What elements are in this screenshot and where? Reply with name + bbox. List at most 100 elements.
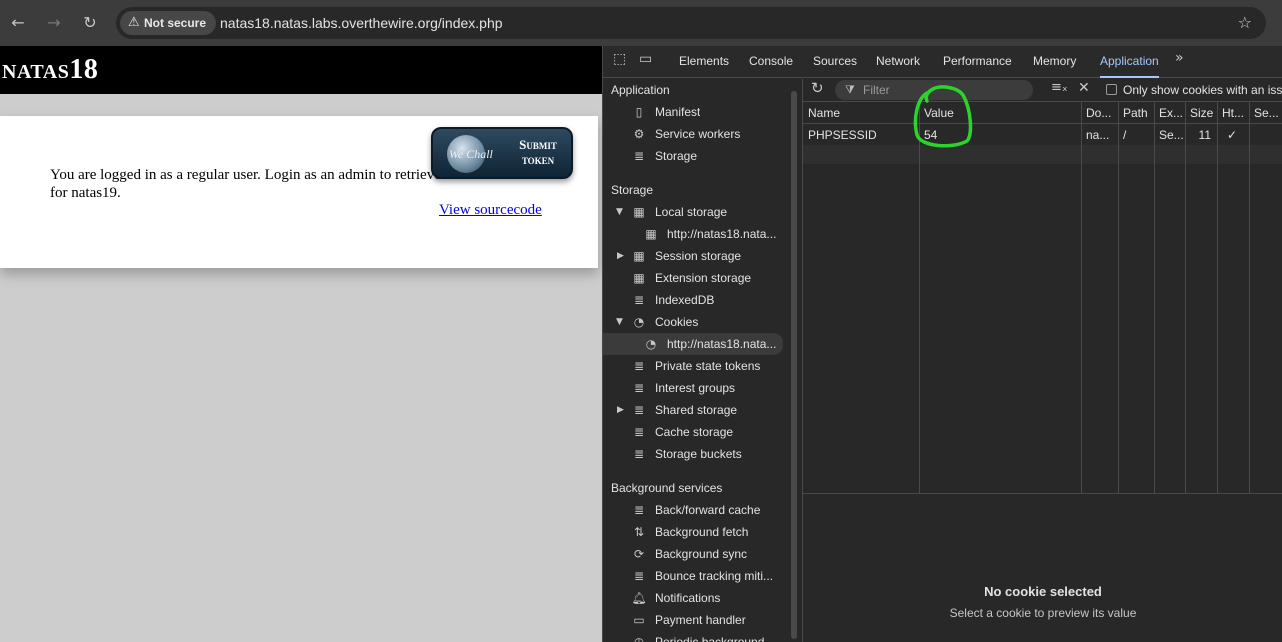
sidebar-item-label: Cookies	[655, 315, 699, 329]
sidebar-item-private-state-tokens[interactable]: ≣ Private state tokens	[603, 355, 793, 377]
filter-icon: ⧩	[845, 83, 855, 96]
sidebar-item-storage-overview[interactable]: ≣ Storage	[603, 145, 793, 167]
database-icon: ≣	[633, 447, 645, 461]
sidebar-item-label: Background fetch	[655, 525, 749, 539]
sidebar-item-label: Service workers	[655, 127, 741, 141]
devtools-tab-bar: ⬚ ▭ Elements Console Sources Network Per…	[603, 46, 1282, 78]
url-text[interactable]: natas18.natas.labs.overthewire.org/index…	[220, 7, 503, 39]
no-cookie-title: No cookie selected	[984, 584, 1102, 599]
inspect-element-icon[interactable]: ⬚	[613, 51, 626, 67]
database-icon: ≣	[633, 149, 645, 163]
cookie-name-cell[interactable]: PHPSESSID	[803, 125, 919, 145]
submit-token-button[interactable]: We Chall Submit token	[431, 127, 573, 179]
sidebar-item-cookies-origin[interactable]: ◔ http://natas18.nata...	[603, 333, 783, 355]
column-header-path[interactable]: Path	[1118, 102, 1154, 124]
page-header: natas18	[0, 46, 602, 94]
address-bar[interactable]: ⚠ Not secure natas18.natas.labs.overthew…	[116, 7, 1266, 39]
cookie-path-cell[interactable]: /	[1118, 125, 1154, 145]
sidebar-item-label: Notifications	[655, 591, 721, 605]
more-tabs-icon[interactable]: »	[1175, 50, 1184, 66]
wechall-label: We Chall	[449, 147, 493, 161]
database-icon: ≣	[633, 569, 645, 583]
sidebar-item-service-workers[interactable]: ⚙ Service workers	[603, 123, 793, 145]
sidebar-item-extension-storage[interactable]: ▦ Extension storage	[603, 267, 793, 289]
sidebar-item-label: Bounce tracking miti...	[655, 569, 774, 583]
sidebar-item-session-storage[interactable]: ▶ ▦ Session storage	[603, 245, 793, 267]
reload-icon[interactable]: ↻	[78, 11, 102, 35]
only-show-issues-checkbox[interactable]	[1106, 84, 1117, 95]
sidebar-item-label: Extension storage	[655, 271, 752, 285]
sidebar-item-cache-storage[interactable]: ≣ Cache storage	[603, 421, 793, 443]
cookie-expires-cell[interactable]: Se...	[1154, 125, 1185, 145]
tab-performance[interactable]: Performance	[943, 46, 1012, 76]
column-header-httponly[interactable]: Ht...	[1217, 102, 1249, 124]
column-header-name[interactable]: Name	[803, 102, 919, 124]
sidebar-item-label: Back/forward cache	[655, 503, 761, 517]
chevron-right-icon[interactable]: ▶	[617, 399, 627, 421]
chevron-down-icon[interactable]: ▼	[616, 311, 626, 333]
database-icon: ≣	[633, 381, 645, 395]
tab-memory[interactable]: Memory	[1033, 46, 1076, 76]
cookies-toolbar: ↻ ⧩ Filter ≡ₓ ✕ Only show cookies with a…	[803, 79, 1282, 101]
sidebar-item-label: IndexedDB	[655, 293, 715, 307]
close-icon[interactable]: ✕	[1078, 80, 1090, 96]
column-header-domain[interactable]: Do...	[1081, 102, 1118, 124]
tab-console[interactable]: Console	[749, 46, 793, 76]
database-icon: ≣	[633, 359, 645, 373]
security-chip[interactable]: ⚠ Not secure	[120, 11, 216, 35]
refresh-icon[interactable]: ↻	[811, 79, 824, 97]
filter-placeholder: Filter	[863, 83, 890, 97]
page-title: natas18	[2, 54, 99, 85]
sidebar-scrollbar[interactable]	[791, 91, 797, 639]
sidebar-item-local-storage-origin[interactable]: ▦ http://natas18.nata...	[603, 223, 793, 245]
cookie-secure-cell[interactable]	[1249, 125, 1282, 145]
clear-filtered-icon[interactable]: ≡ₓ	[1051, 80, 1068, 95]
sidebar-item-periodic-background[interactable]: ◷ Periodic background...	[603, 631, 793, 642]
bookmark-star-icon[interactable]: ☆	[1238, 7, 1252, 39]
sidebar-item-manifest[interactable]: ▯ Manifest	[603, 101, 793, 123]
fetch-arrows-icon: ⇅	[633, 525, 645, 539]
tab-network[interactable]: Network	[876, 46, 920, 76]
sidebar-item-label: Interest groups	[655, 381, 736, 395]
column-header-secure[interactable]: Se...	[1249, 102, 1282, 124]
chevron-right-icon[interactable]: ▶	[617, 245, 627, 267]
column-header-size[interactable]: Size	[1185, 102, 1217, 124]
chevron-down-icon[interactable]: ▼	[616, 201, 626, 223]
sidebar-item-shared-storage[interactable]: ▶ ≣ Shared storage	[603, 399, 793, 421]
database-icon: ≣	[633, 503, 645, 517]
device-toolbar-icon[interactable]: ▭	[639, 51, 652, 67]
cookie-icon: ◔	[633, 315, 645, 329]
view-source-link[interactable]: View sourcecode	[439, 202, 542, 219]
sidebar-item-local-storage[interactable]: ▼ ▦ Local storage	[603, 201, 793, 223]
security-label: Not secure	[144, 16, 207, 30]
application-sidebar: Application ▯ Manifest ⚙ Service workers…	[603, 79, 803, 642]
sidebar-item-label: Periodic background...	[655, 635, 775, 642]
sidebar-item-bounce-tracking[interactable]: ≣ Bounce tracking miti...	[603, 565, 793, 587]
sidebar-item-label: Cache storage	[655, 425, 734, 439]
table-icon: ▦	[645, 227, 657, 241]
tab-elements[interactable]: Elements	[679, 46, 729, 76]
sidebar-item-label: Private state tokens	[655, 359, 761, 373]
cookie-httponly-cell[interactable]: ✓	[1217, 125, 1249, 145]
column-header-expires[interactable]: Ex...	[1154, 102, 1185, 124]
sidebar-item-background-fetch[interactable]: ⇅ Background fetch	[603, 521, 793, 543]
tab-application[interactable]: Application	[1100, 46, 1159, 78]
sidebar-item-back-forward-cache[interactable]: ≣ Back/forward cache	[603, 499, 793, 521]
sidebar-item-payment-handler[interactable]: ▭ Payment handler	[603, 609, 793, 631]
tab-sources[interactable]: Sources	[813, 46, 857, 76]
cookie-icon: ◔	[645, 337, 657, 351]
forward-icon[interactable]: →	[42, 11, 66, 35]
cookie-size-cell[interactable]: 11	[1185, 125, 1217, 145]
cookie-preview: No cookie selected Select a cookie to pr…	[803, 494, 1282, 642]
sidebar-item-interest-groups[interactable]: ≣ Interest groups	[603, 377, 793, 399]
sidebar-item-background-sync[interactable]: ⟳ Background sync	[603, 543, 793, 565]
no-cookie-subtitle: Select a cookie to preview its value	[949, 606, 1137, 620]
back-icon[interactable]: ←	[6, 11, 30, 35]
cookie-domain-cell[interactable]: na...	[1081, 125, 1118, 145]
sidebar-item-storage-buckets[interactable]: ≣ Storage buckets	[603, 443, 793, 465]
page-viewport: natas18 You are logged in as a regular u…	[0, 46, 602, 642]
sidebar-item-notifications[interactable]: 🔔︎ Notifications	[603, 587, 793, 609]
table-icon: ▦	[633, 249, 645, 263]
sidebar-item-indexeddb[interactable]: ≣ IndexedDB	[603, 289, 793, 311]
sidebar-item-cookies[interactable]: ▼ ◔ Cookies	[603, 311, 793, 333]
